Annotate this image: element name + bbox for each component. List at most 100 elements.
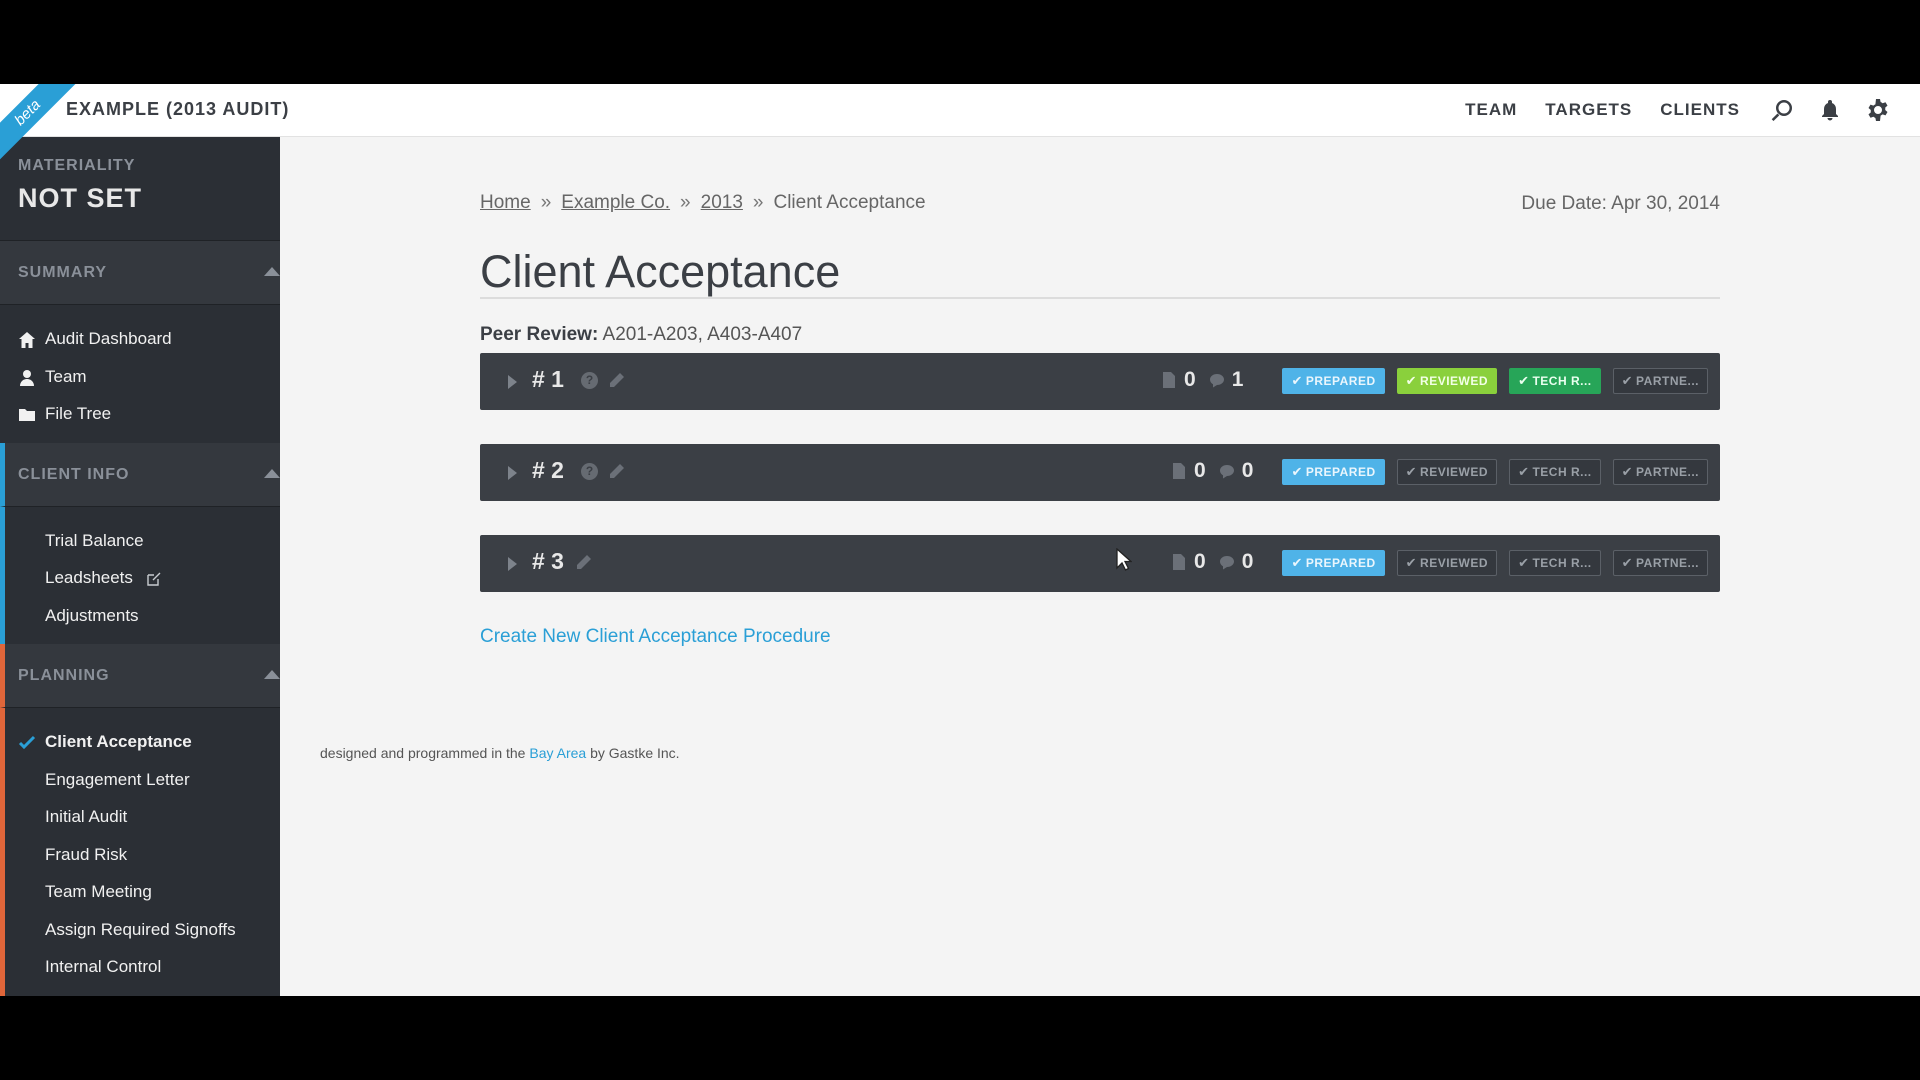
badge-prepared[interactable]: ✔ PREPARED	[1282, 459, 1385, 485]
badge-partner[interactable]: ✔ PARTNE...	[1612, 368, 1708, 394]
procedure-number: # 1	[532, 366, 564, 392]
breadcrumb-home[interactable]: Home	[480, 192, 531, 213]
expand-triangle-icon[interactable]	[508, 466, 517, 480]
breadcrumb-separator: »	[680, 192, 691, 213]
edit-icon[interactable]	[146, 571, 162, 587]
help-icon[interactable]: ?	[581, 372, 598, 389]
title-divider	[480, 297, 1720, 299]
summary-items: Audit Dashboard Team File Tree	[0, 305, 280, 443]
top-icons	[1770, 98, 1890, 122]
section-client-info[interactable]: CLIENT INFO	[0, 442, 280, 507]
top-bar: beta EXAMPLE (2013 AUDIT) TEAM TARGETS C…	[0, 84, 1920, 164]
folder-icon	[19, 409, 35, 421]
chevron-up-icon	[264, 468, 280, 478]
section-planning-title: PLANNING	[18, 667, 110, 684]
procedure-counts: 0 1	[1162, 368, 1243, 392]
sidebar-item-leadsheets[interactable]: Leadsheets	[5, 559, 280, 597]
sidebar-item-internal-control[interactable]: Internal Control	[5, 948, 280, 986]
sidebar-item-label: Trial Balance	[45, 530, 144, 550]
chevron-up-icon	[264, 267, 280, 276]
beta-label: beta	[0, 84, 80, 164]
breadcrumb-separator: »	[752, 192, 764, 213]
gear-icon[interactable]	[1866, 98, 1890, 122]
beta-ribbon: beta	[0, 84, 80, 164]
signoff-badges: ✔ PREPARED ✔ REVIEWED ✔ TECH R... ✔ PARTNE..…	[1282, 368, 1708, 394]
badge-partner[interactable]: ✔ PARTNE...	[1612, 459, 1708, 485]
comment-icon	[1209, 374, 1224, 388]
sidebar-item-label: Audit Dashboard	[45, 329, 172, 348]
top-nav: TEAM TARGETS CLIENTS	[1465, 100, 1740, 120]
user-icon	[20, 369, 34, 386]
procedure-row[interactable]: # 3 0 0 ✔ PREPARED ✔ REVIEWED ✔ TECH R... ✔…	[480, 535, 1720, 592]
section-summary[interactable]: SUMMARY	[0, 241, 280, 305]
procedure-row[interactable]: # 1 ? 0 1 ✔ PREPARED ✔ REVIEWED ✔ TECH R...…	[480, 353, 1720, 410]
footer: designed and programmed in the Bay Area …	[320, 745, 680, 761]
document-icon	[1163, 372, 1175, 388]
breadcrumb-year[interactable]: 2013	[701, 192, 743, 213]
due-date: Due Date: Apr 30, 2014	[1521, 193, 1720, 214]
badge-reviewed[interactable]: ✔ REVIEWED	[1396, 368, 1498, 394]
peer-review-value: A201-A203, A403-A407	[602, 324, 803, 345]
sidebar: MATERIALITY NOT SET SUMMARY Audit Dashbo…	[0, 137, 280, 996]
help-icon[interactable]: ?	[581, 463, 598, 480]
pencil-icon[interactable]	[608, 372, 625, 389]
page-title: Client Acceptance	[480, 246, 841, 297]
sidebar-item-team[interactable]: Team	[0, 358, 280, 396]
comment-count: 0	[1241, 550, 1254, 573]
sidebar-item-assign-required-signoffs[interactable]: Assign Required Signoffs	[5, 911, 280, 949]
sidebar-item-initial-audit[interactable]: Initial Audit	[5, 798, 280, 836]
footer-link[interactable]: Bay Area	[529, 745, 586, 761]
badge-reviewed[interactable]: ✔ REVIEWED	[1396, 550, 1498, 576]
nav-targets[interactable]: TARGETS	[1545, 100, 1632, 120]
procedure-number: # 2	[532, 457, 564, 483]
badge-prepared[interactable]: ✔ PREPARED	[1282, 550, 1385, 576]
breadcrumb: Home » Example Co. » 2013 » Client Acceptance	[480, 192, 926, 214]
badge-tech-review[interactable]: ✔ TECH R...	[1509, 550, 1601, 576]
check-icon	[18, 735, 36, 750]
search-icon[interactable]	[1770, 98, 1794, 122]
sidebar-item-fraud-risk[interactable]: Fraud Risk	[5, 836, 280, 874]
badge-partner[interactable]: ✔ PARTNE...	[1612, 550, 1708, 576]
nav-clients[interactable]: CLIENTS	[1660, 100, 1740, 120]
sidebar-item-label: Client Acceptance	[45, 732, 192, 751]
planning-items: Client Acceptance Engagement Letter Init…	[0, 708, 280, 996]
signoff-badges: ✔ PREPARED ✔ REVIEWED ✔ TECH R... ✔ PARTNE..…	[1282, 550, 1708, 576]
materiality-value: NOT SET	[18, 183, 143, 213]
section-client-info-title: CLIENT INFO	[18, 465, 130, 483]
breadcrumb-company[interactable]: Example Co.	[561, 192, 670, 213]
document-icon	[1173, 554, 1185, 570]
bell-icon[interactable]	[1818, 98, 1842, 122]
sidebar-item-team-meeting[interactable]: Team Meeting	[5, 873, 280, 911]
peer-review-label: Peer Review:	[480, 324, 599, 345]
pencil-icon[interactable]	[575, 554, 592, 571]
badge-tech-review[interactable]: ✔ TECH R...	[1509, 368, 1601, 394]
footer-prefix: designed and programmed in the	[320, 745, 526, 761]
sidebar-item-label: Leadsheets	[45, 568, 133, 587]
sidebar-item-trial-balance[interactable]: Trial Balance	[5, 522, 280, 560]
nav-team[interactable]: TEAM	[1465, 100, 1517, 120]
document-icon	[1173, 463, 1185, 479]
procedure-row[interactable]: # 2 ? 0 0 ✔ PREPARED ✔ REVIEWED ✔ TECH R...…	[480, 444, 1720, 501]
sidebar-item-label: File Tree	[45, 404, 112, 423]
sidebar-item-audit-dashboard[interactable]: Audit Dashboard	[0, 320, 280, 358]
procedure-counts: 0 0	[1172, 550, 1253, 574]
sidebar-item-engagement-letter[interactable]: Engagement Letter	[5, 761, 280, 799]
sidebar-item-label: Fraud Risk	[45, 844, 128, 864]
expand-triangle-icon[interactable]	[508, 375, 517, 389]
sidebar-item-client-acceptance[interactable]: Client Acceptance	[5, 723, 280, 761]
comment-icon	[1219, 556, 1234, 570]
badge-prepared[interactable]: ✔ PREPARED	[1282, 368, 1385, 394]
pencil-icon[interactable]	[608, 463, 625, 480]
badge-reviewed[interactable]: ✔ REVIEWED	[1396, 459, 1498, 485]
sidebar-item-file-tree[interactable]: File Tree	[0, 395, 280, 433]
create-procedure-link[interactable]: Create New Client Acceptance Procedure	[480, 626, 831, 648]
sidebar-item-label: Initial Audit	[45, 807, 128, 826]
badge-tech-review[interactable]: ✔ TECH R...	[1509, 459, 1601, 485]
comment-count: 0	[1241, 459, 1254, 482]
mouse-cursor-icon	[1116, 548, 1132, 571]
section-planning[interactable]: PLANNING	[0, 644, 280, 708]
chevron-up-icon	[264, 670, 280, 679]
breadcrumb-separator: »	[540, 192, 552, 213]
sidebar-item-adjustments[interactable]: Adjustments	[5, 597, 280, 635]
expand-triangle-icon[interactable]	[508, 557, 517, 571]
